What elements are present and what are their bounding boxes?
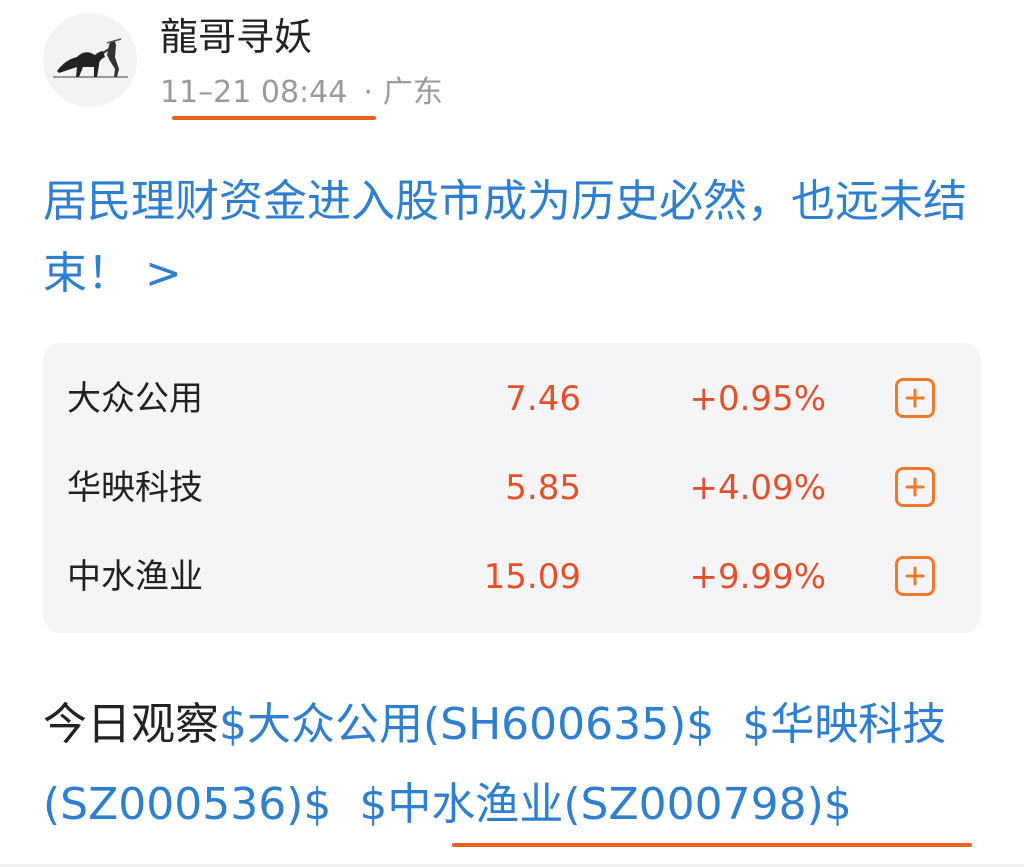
plus-icon bbox=[905, 566, 925, 586]
stock-price: 15.09 bbox=[483, 557, 581, 597]
add-to-watchlist-button[interactable] bbox=[895, 467, 935, 507]
cashtag-highlight-underline bbox=[452, 843, 972, 847]
author-name[interactable]: 龍哥寻妖 bbox=[160, 12, 312, 62]
stock-row[interactable]: 中水渔业 15.09 +9.99% bbox=[43, 547, 981, 607]
post-body: 今日观察$大众公用(SH600635)$ $华映科技(SZ000536)$ $中水渔… bbox=[43, 685, 1003, 845]
post-meta: 11–21 08:44 · 广东 bbox=[160, 72, 443, 114]
add-to-watchlist-button[interactable] bbox=[895, 556, 935, 596]
plus-icon bbox=[905, 388, 925, 408]
horse-rider-ink-avatar bbox=[43, 13, 137, 107]
post-timestamp: 11–21 08:44 bbox=[160, 75, 348, 110]
add-to-watchlist-button[interactable] bbox=[895, 378, 935, 418]
stock-row[interactable]: 华映科技 5.85 +4.09% bbox=[43, 458, 981, 518]
stock-name: 大众公用 bbox=[67, 379, 203, 419]
stock-change-percent: +4.09% bbox=[689, 468, 827, 508]
cashtag-link[interactable]: $中水渔业(SZ000798)$ bbox=[359, 779, 851, 830]
stock-quote-card: 大众公用 7.46 +0.95% 华映科技 5.85 +4.09% 中水渔业 1… bbox=[43, 343, 981, 633]
post-location: 广东 bbox=[382, 75, 443, 110]
stock-name: 中水渔业 bbox=[67, 557, 203, 597]
stock-row[interactable]: 大众公用 7.46 +0.95% bbox=[43, 369, 981, 429]
stock-change-percent: +0.95% bbox=[689, 379, 827, 419]
timestamp-highlight-underline bbox=[172, 116, 376, 120]
stock-price: 5.85 bbox=[505, 468, 581, 508]
stock-change-percent: +9.99% bbox=[689, 557, 827, 597]
body-intro: 今日观察 bbox=[43, 699, 219, 750]
cashtag-link[interactable]: $大众公用(SH600635)$ bbox=[219, 699, 714, 750]
stock-price: 7.46 bbox=[505, 379, 581, 419]
post-headline-link[interactable]: 居民理财资金进入股市成为历史必然，也远未结束！ > bbox=[43, 166, 993, 310]
meta-separator: · bbox=[363, 75, 373, 110]
stock-name: 华映科技 bbox=[67, 468, 203, 508]
plus-icon bbox=[905, 477, 925, 497]
avatar[interactable] bbox=[43, 13, 137, 107]
